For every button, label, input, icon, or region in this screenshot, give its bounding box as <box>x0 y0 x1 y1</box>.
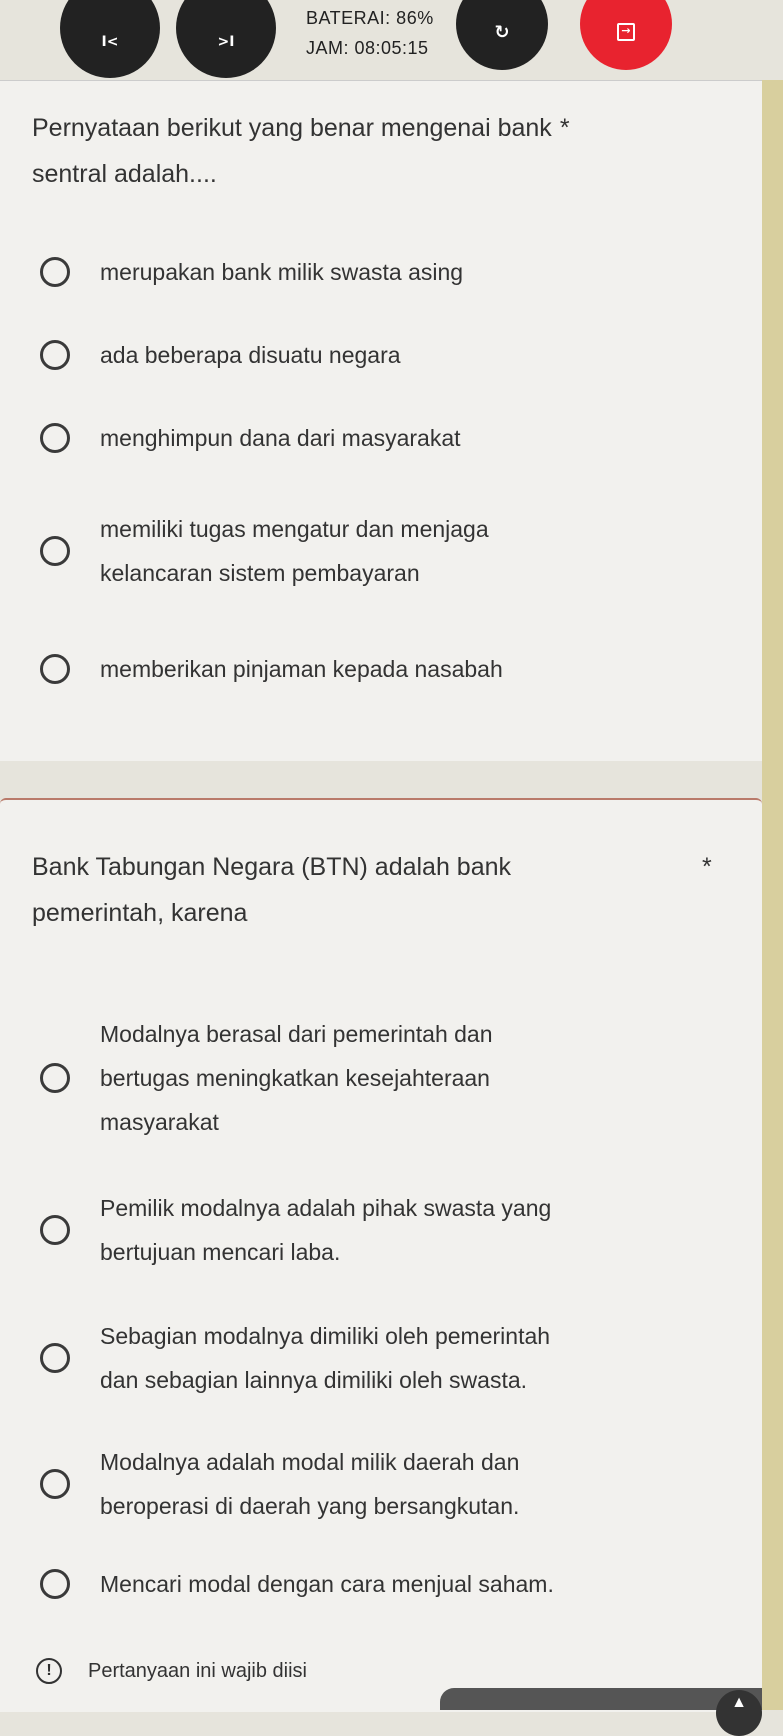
scroll-up-button[interactable]: ▲ <box>716 1690 762 1736</box>
option-line: beroperasi di daerah yang bersangkutan. <box>100 1493 520 1519</box>
option-label: memiliki tugas mengatur dan menjaga kela… <box>100 507 489 595</box>
radio-button[interactable] <box>40 1343 70 1373</box>
option-2b[interactable]: Pemilik modalnya adalah pihak swasta yan… <box>40 1186 551 1274</box>
required-asterisk: * <box>559 114 570 142</box>
option-label: Mencari modal dengan cara menjual saham. <box>100 1571 554 1597</box>
option-1b[interactable]: ada beberapa disuatu negara <box>40 333 401 377</box>
question-1-line-2: sentral adalah.... <box>32 160 217 188</box>
option-label: memberikan pinjaman kepada nasabah <box>100 656 503 682</box>
option-line: memiliki tugas mengatur dan menjaga <box>100 516 489 542</box>
question-2-line-1: Bank Tabungan Negara (BTN) adalah bank <box>32 853 512 881</box>
question-2-line-2: pemerintah, karena <box>32 899 248 927</box>
option-label: menghimpun dana dari masyarakat <box>100 425 461 451</box>
option-line: masyarakat <box>100 1109 219 1135</box>
option-label: Modalnya berasal dari pemerintah dan ber… <box>100 1012 493 1144</box>
prev-label: I< <box>101 34 119 50</box>
prev-question-button[interactable]: I< <box>60 0 160 78</box>
option-label: Sebagian modalnya dimiliki oleh pemerint… <box>100 1314 550 1402</box>
next-question-button[interactable]: >I <box>176 0 276 78</box>
question-text-1: Pernyataan berikut yang benar mengenai b… <box>32 105 570 197</box>
exit-icon: → <box>617 23 635 41</box>
option-label: Pemilik modalnya adalah pihak swasta yan… <box>100 1186 551 1274</box>
option-line: Pemilik modalnya adalah pihak swasta yan… <box>100 1195 552 1221</box>
option-label: ada beberapa disuatu negara <box>100 342 401 368</box>
radio-button[interactable] <box>40 257 70 287</box>
option-2c[interactable]: Sebagian modalnya dimiliki oleh pemerint… <box>40 1314 550 1402</box>
radio-button[interactable] <box>40 423 70 453</box>
option-line: bertujuan mencari laba. <box>100 1239 341 1265</box>
option-line: Modalnya adalah modal milik daerah dan <box>100 1449 520 1475</box>
radio-button[interactable] <box>40 1469 70 1499</box>
background-strip <box>762 80 783 1710</box>
radio-button[interactable] <box>40 340 70 370</box>
required-note-text: Pertanyaan ini wajib diisi <box>88 1659 308 1682</box>
refresh-button[interactable]: ↻ <box>456 0 548 70</box>
refresh-icon: ↻ <box>494 21 510 43</box>
option-2d[interactable]: Modalnya adalah modal milik daerah dan b… <box>40 1440 519 1528</box>
question-text-2: Bank Tabungan Negara (BTN) adalah bank * … <box>32 844 732 936</box>
battery-status: BATERAI: 86% <box>306 8 434 28</box>
bottom-toolbar <box>440 1688 762 1710</box>
radio-button[interactable] <box>40 536 70 566</box>
option-label: Modalnya adalah modal milik daerah dan b… <box>100 1440 519 1528</box>
option-line: Sebagian modalnya dimiliki oleh pemerint… <box>100 1323 551 1349</box>
required-asterisk: * <box>702 853 712 881</box>
option-line: dan sebagian lainnya dimiliki oleh swast… <box>100 1367 528 1393</box>
question-1-line-1: Pernyataan berikut yang benar mengenai b… <box>32 114 552 142</box>
radio-button[interactable] <box>40 1215 70 1245</box>
option-line: bertugas meningkatkan kesejahteraan <box>100 1065 490 1091</box>
clock-status: JAM: 08:05:15 <box>306 38 429 58</box>
exit-button[interactable]: → <box>580 0 672 70</box>
option-1e[interactable]: memberikan pinjaman kepada nasabah <box>40 647 503 691</box>
option-label: merupakan bank milik swasta asing <box>100 259 464 285</box>
question-card-2: Bank Tabungan Negara (BTN) adalah bank * … <box>0 798 762 1712</box>
option-1c[interactable]: menghimpun dana dari masyarakat <box>40 416 461 460</box>
exam-toolbar: I< >I BATERAI: 86% JAM: 08:05:15 ↻ → <box>0 0 783 80</box>
option-line: kelancaran sistem pembayaran <box>100 560 420 586</box>
option-1a[interactable]: merupakan bank milik swasta asing <box>40 250 463 294</box>
radio-button[interactable] <box>40 1569 70 1599</box>
required-warning: ! Pertanyaan ini wajib diisi <box>36 1658 307 1684</box>
question-card-1: Pernyataan berikut yang benar mengenai b… <box>0 80 762 761</box>
option-line: Modalnya berasal dari pemerintah dan <box>100 1021 493 1047</box>
exclamation-icon: ! <box>36 1658 62 1684</box>
option-2a[interactable]: Modalnya berasal dari pemerintah dan ber… <box>40 1012 493 1144</box>
option-1d[interactable]: memiliki tugas mengatur dan menjaga kela… <box>40 507 489 595</box>
radio-button[interactable] <box>40 1063 70 1093</box>
arrow-up-icon: ▲ <box>731 1694 747 1711</box>
radio-button[interactable] <box>40 654 70 684</box>
next-label: >I <box>217 34 235 50</box>
option-2e[interactable]: Mencari modal dengan cara menjual saham. <box>40 1562 554 1606</box>
